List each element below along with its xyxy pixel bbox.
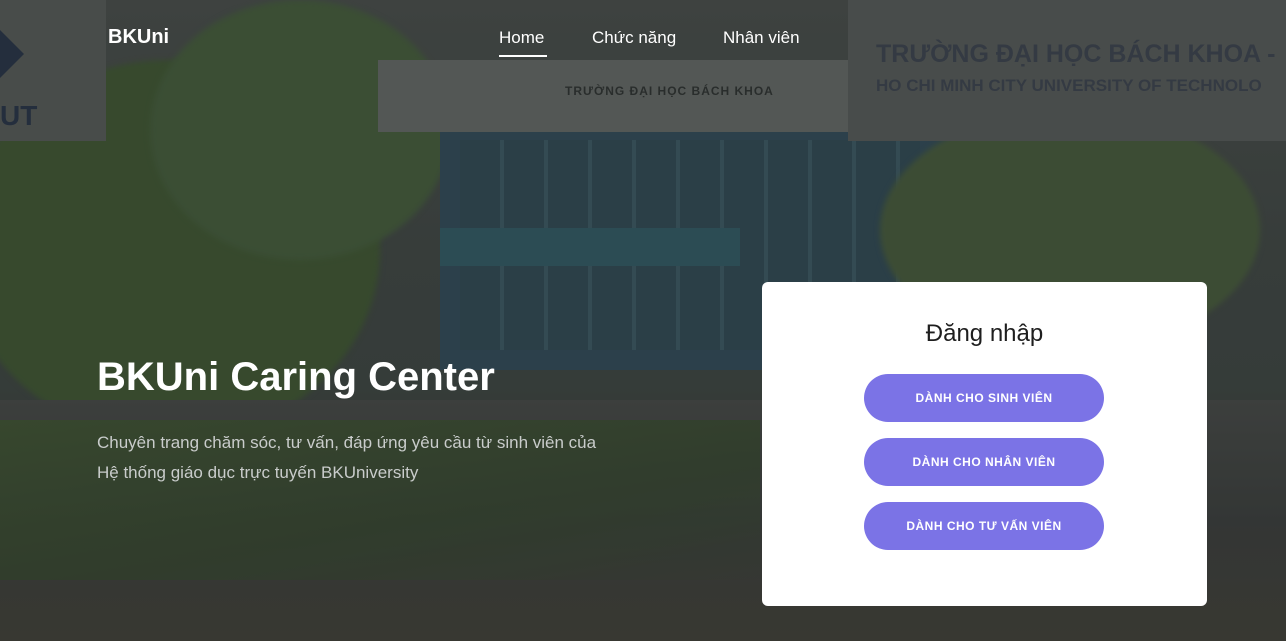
nav-staff[interactable]: Nhân viên [723,28,800,48]
brand-logo[interactable]: BKUni [108,26,169,49]
login-student-button[interactable]: DÀNH CHO SINH VIÊN [864,374,1104,422]
hero-description-line-1: Chuyên trang chăm sóc, tư vấn, đáp ứng y… [97,433,597,452]
nav-home-active-indicator [499,55,547,57]
hero-title: BKUni Caring Center [97,355,495,399]
login-title: Đăng nhập [925,320,1044,347]
hero-description-line-2: Hệ thống giáo dục trực tuyến BKUniversit… [97,463,419,482]
nav-home[interactable]: Home [499,28,544,48]
nav-features[interactable]: Chức năng [592,28,676,48]
login-card: Đăng nhập DÀNH CHO SINH VIÊN DÀNH CHO NH… [762,282,1207,606]
login-staff-button[interactable]: DÀNH CHO NHÂN VIÊN [864,438,1104,486]
login-advisor-button[interactable]: DÀNH CHO TƯ VẤN VIÊN [864,502,1104,550]
hero-description: Chuyên trang chăm sóc, tư vấn, đáp ứng y… [97,428,657,488]
